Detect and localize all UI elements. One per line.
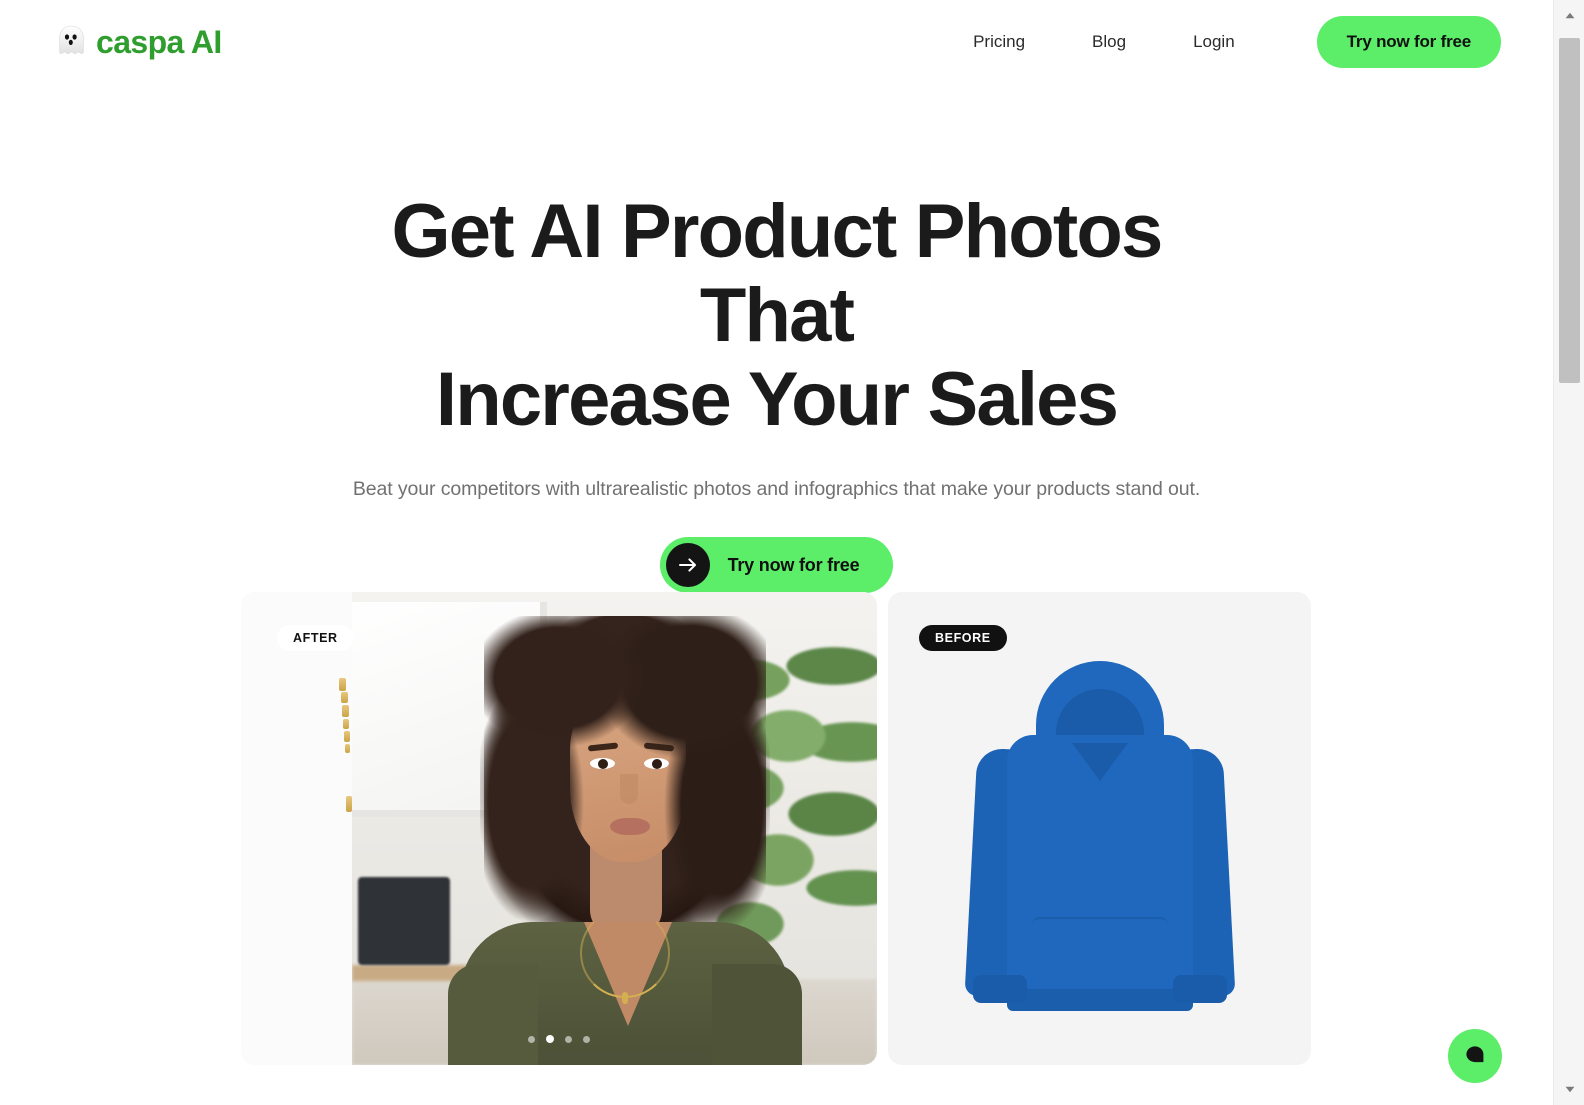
page-root: caspa AI Pricing Blog Login Try now for … [0,0,1584,1105]
nav-link-login[interactable]: Login [1193,22,1235,62]
hero-section: Get AI Product Photos That Increase Your… [0,84,1553,593]
brand-logo-link[interactable]: caspa AI [56,25,222,59]
hero-try-now-button[interactable]: Try now for free [659,537,894,593]
showcase-card-before[interactable]: BEFORE [888,592,1311,1065]
primary-nav: Pricing Blog Login Try now for free [973,16,1501,68]
chevron-down-icon[interactable] [1554,1074,1584,1105]
hero-subtitle: Beat your competitors with ultrarealisti… [352,478,1201,500]
brand-name: caspa AI [96,24,222,60]
carousel-dot-4[interactable] [583,1035,590,1043]
status-badge-after: AFTER [277,625,354,651]
hero-title-line-2: Increase Your Sales [435,357,1119,442]
model-shoulder-left [448,964,538,1065]
before-product-photo-hoodie [964,660,1235,1011]
header-try-now-button[interactable]: Try now for free [1316,16,1501,68]
model-necklace [580,908,670,998]
showcase-card-after[interactable]: AFTER [241,592,877,1065]
scrollbar-thumb[interactable] [1559,38,1580,383]
carousel-dot-3[interactable] [565,1035,572,1043]
model-shoulder-right [712,964,802,1065]
hoodie-pocket [1031,916,1168,989]
hoodie-cuff-right [1172,974,1227,1003]
model-hair-front [484,616,766,946]
hero-cta-label: Try now for free [727,554,860,575]
hoodie-neck-opening [1071,742,1128,781]
chevron-up-icon[interactable] [1554,0,1584,31]
hoodie-cuff-left [972,974,1027,1003]
site-header: caspa AI Pricing Blog Login Try now for … [0,0,1553,84]
ghost-icon [56,25,86,59]
arrow-right-icon [665,543,710,587]
carousel-dot-1[interactable] [528,1035,535,1043]
status-badge-before: BEFORE [919,625,1007,651]
after-product-photo [352,592,877,1065]
hoodie-hem [1006,988,1193,1011]
hero-title-line-1: Get AI Product Photos That [391,189,1163,358]
carousel-peek-previous-slide [241,592,352,1065]
vertical-scrollbar[interactable] [1553,0,1584,1105]
model-necklace-pendant [622,992,628,1004]
chat-widget-button[interactable] [1448,1029,1502,1083]
page-title: Get AI Product Photos That Increase Your… [327,190,1227,442]
before-after-showcase: AFTER BEFORE [241,592,1311,1065]
photo-monitor [358,877,450,965]
nav-link-pricing[interactable]: Pricing [973,22,1025,62]
carousel-dot-2[interactable] [546,1035,554,1043]
nav-link-blog[interactable]: Blog [1092,22,1126,62]
page-viewport: caspa AI Pricing Blog Login Try now for … [0,0,1553,1105]
chat-bubble-icon [1464,1044,1486,1069]
carousel-dots [528,1035,590,1043]
